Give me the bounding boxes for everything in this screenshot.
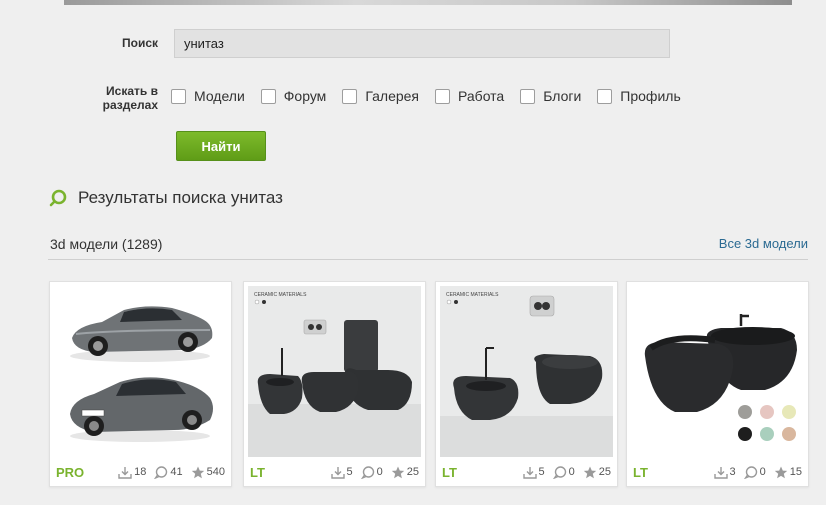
comment-icon bbox=[552, 465, 566, 479]
checkbox[interactable] bbox=[342, 88, 358, 104]
comments-value: 41 bbox=[170, 466, 183, 478]
search-icon bbox=[49, 189, 67, 207]
model-thumbnail[interactable]: CERAMIC MATERIALS bbox=[440, 286, 613, 457]
downloads-value: 5 bbox=[538, 466, 545, 478]
downloads-count: 18 bbox=[118, 466, 146, 479]
checkbox-label: Галерея bbox=[365, 88, 420, 104]
category-title: 3d модели (1289) bbox=[50, 236, 163, 252]
section-checkboxes: Модели Форум Галерея Работа Блоги Профил… bbox=[171, 88, 697, 104]
card-footer: LT 3 0 15 bbox=[627, 458, 808, 486]
section-checkbox-forum[interactable]: Форум bbox=[260, 88, 327, 104]
section-checkbox-work[interactable]: Работа bbox=[435, 88, 504, 104]
comments-value: 0 bbox=[568, 466, 575, 478]
card-footer: PRO 18 41 540 bbox=[50, 458, 231, 486]
sections-label: Искать в разделах bbox=[88, 84, 158, 112]
results-title: Результаты поиска унитаз bbox=[78, 188, 283, 207]
section-checkbox-profile[interactable]: Профиль bbox=[597, 88, 681, 104]
checkbox-label: Профиль bbox=[620, 88, 681, 104]
downloads-value: 3 bbox=[729, 466, 736, 478]
rating-count: 540 bbox=[191, 466, 225, 479]
section-checkbox-models[interactable]: Модели bbox=[171, 88, 245, 104]
downloads-count: 3 bbox=[713, 466, 736, 479]
downloads-value: 18 bbox=[134, 466, 147, 478]
search-input[interactable] bbox=[174, 29, 670, 58]
ceramic-badge: CERAMIC MATERIALS bbox=[254, 292, 307, 298]
checkbox[interactable] bbox=[597, 88, 613, 104]
checkbox[interactable] bbox=[520, 88, 536, 104]
rating-value: 15 bbox=[789, 466, 802, 478]
sections-label-line1: Искать в bbox=[106, 84, 158, 98]
comments-count: 41 bbox=[154, 465, 183, 479]
search-label: Поиск bbox=[121, 36, 158, 50]
download-icon bbox=[118, 466, 132, 479]
star-icon bbox=[391, 466, 404, 478]
rating-value: 25 bbox=[406, 466, 419, 478]
sections-label-line2: разделах bbox=[102, 98, 158, 112]
download-icon bbox=[522, 466, 537, 479]
comments-count: 0 bbox=[360, 465, 383, 479]
rating-value: 25 bbox=[598, 466, 611, 478]
comment-icon bbox=[743, 465, 757, 479]
download-icon bbox=[330, 466, 345, 479]
model-thumbnail[interactable] bbox=[631, 286, 804, 457]
checkbox-label: Работа bbox=[458, 88, 505, 104]
model-card[interactable]: LT 3 0 15 bbox=[626, 281, 809, 487]
section-checkbox-blogs[interactable]: Блоги bbox=[520, 88, 581, 104]
find-button[interactable]: Найти bbox=[176, 131, 266, 161]
downloads-count: 5 bbox=[522, 466, 545, 479]
checkbox[interactable] bbox=[260, 88, 276, 104]
section-checkbox-gallery[interactable]: Галерея bbox=[342, 88, 419, 104]
checkbox-label: Блоги bbox=[543, 88, 582, 104]
card-footer: LT 5 0 25 bbox=[436, 458, 617, 486]
star-icon bbox=[774, 466, 787, 478]
comments-count: 0 bbox=[743, 465, 766, 479]
star-icon bbox=[191, 466, 204, 478]
comment-icon bbox=[154, 465, 168, 479]
rating-value: 540 bbox=[206, 466, 225, 478]
tier-badge: LT bbox=[250, 464, 265, 480]
ceramic-badge: CERAMIC MATERIALS bbox=[446, 292, 499, 298]
checkbox[interactable] bbox=[171, 88, 186, 104]
comments-value: 0 bbox=[376, 466, 383, 478]
downloads-value: 5 bbox=[346, 466, 353, 478]
comments-value: 0 bbox=[759, 466, 766, 478]
checkbox[interactable] bbox=[435, 88, 451, 104]
divider bbox=[48, 259, 808, 260]
download-icon bbox=[713, 466, 728, 479]
comments-count: 0 bbox=[552, 465, 575, 479]
all-3d-models-link[interactable]: Все 3d модели bbox=[719, 236, 808, 251]
rating-count: 25 bbox=[583, 466, 611, 479]
model-thumbnail[interactable] bbox=[54, 286, 227, 457]
model-thumbnail[interactable]: CERAMIC MATERIALS bbox=[248, 286, 421, 457]
top-banner-image bbox=[64, 0, 792, 5]
model-card[interactable]: CERAMIC MATERIALS LT 5 0 25 bbox=[435, 281, 618, 487]
tier-badge: LT bbox=[633, 464, 648, 480]
comment-icon bbox=[360, 465, 374, 479]
tier-badge: LT bbox=[442, 464, 457, 480]
checkbox-label: Форум bbox=[283, 88, 327, 104]
card-footer: LT 5 0 25 bbox=[244, 458, 425, 486]
rating-count: 15 bbox=[774, 466, 802, 479]
checkbox-label: Модели bbox=[194, 88, 245, 104]
downloads-count: 5 bbox=[330, 466, 353, 479]
tier-badge: PRO bbox=[56, 464, 85, 480]
model-card[interactable]: PRO 18 41 540 bbox=[49, 281, 232, 487]
star-icon bbox=[583, 466, 596, 478]
results-heading: Результаты поиска унитаз bbox=[48, 187, 283, 209]
model-card[interactable]: CERAMIC MATERIALS LT 5 0 25 bbox=[243, 281, 426, 487]
rating-count: 25 bbox=[391, 466, 419, 479]
